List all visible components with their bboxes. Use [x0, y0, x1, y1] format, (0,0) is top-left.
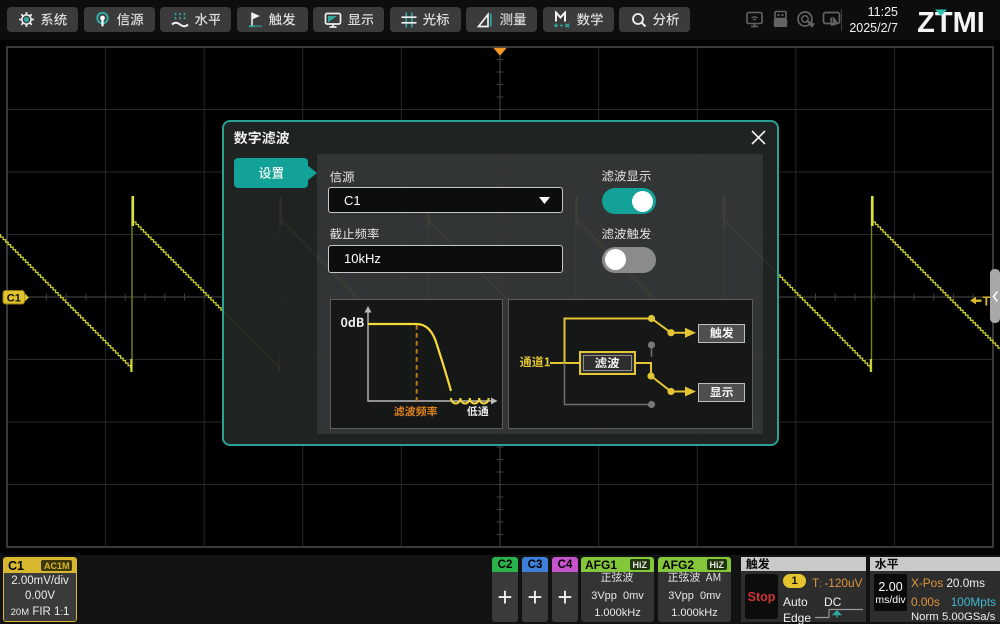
- svg-text:C1: C1: [7, 293, 21, 305]
- svg-text:T: T: [983, 295, 991, 309]
